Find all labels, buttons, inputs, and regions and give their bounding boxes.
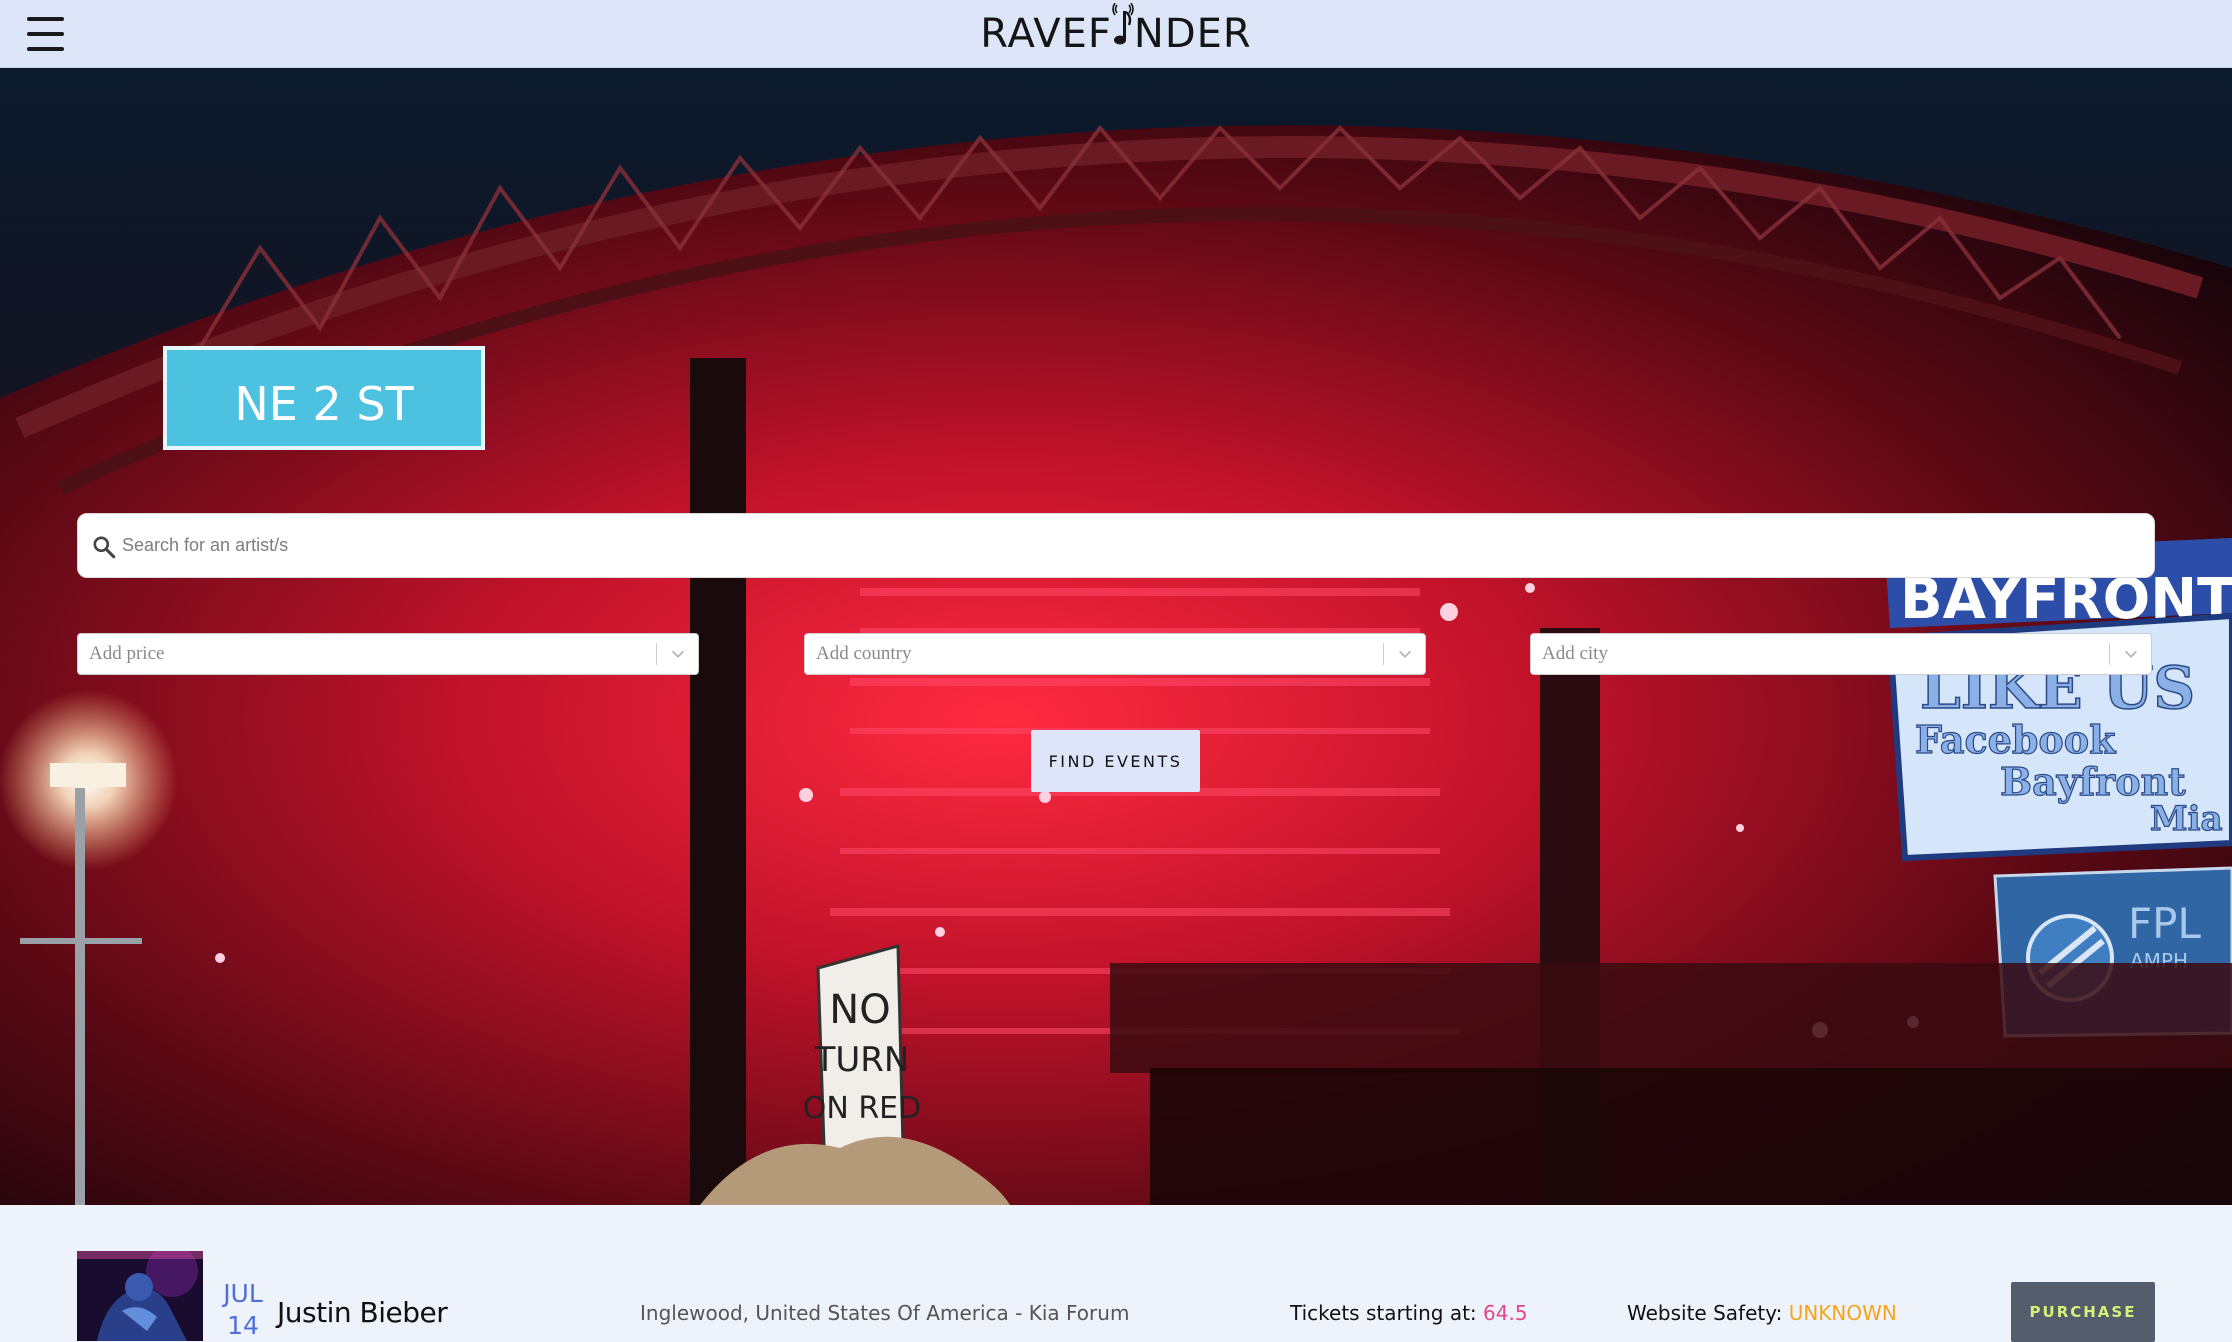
ticket-price-value: 64.5: [1483, 1301, 1528, 1325]
logo-text-right: NDER: [1133, 11, 1252, 57]
website-safety-value: UNKNOWN: [1788, 1301, 1897, 1325]
ticket-price-label: Tickets starting at:: [1290, 1301, 1484, 1325]
svg-text:Facebook: Facebook: [1915, 717, 2116, 762]
event-website-safety: Website Safety: UNKNOWN: [1627, 1301, 1897, 1325]
top-header: RAVEF NDER: [0, 0, 2232, 68]
price-select-placeholder: Add price: [89, 643, 165, 664]
event-artist-name[interactable]: Justin Bieber: [277, 1296, 448, 1329]
events-list: JUL 14 Justin Bieber Inglewood, United S…: [0, 1205, 2232, 1342]
street-sign-text: NE 2 ST: [234, 377, 414, 431]
event-date: JUL 14: [218, 1278, 268, 1342]
artist-search-bar[interactable]: [77, 513, 2155, 578]
purchase-button[interactable]: PURCHASE: [2011, 1282, 2155, 1342]
event-ticket-price: Tickets starting at: 64.5: [1290, 1301, 1528, 1325]
price-select[interactable]: Add price: [77, 633, 699, 675]
chevron-down-icon[interactable]: [2122, 645, 2140, 663]
hero-section: NE 2 ST NO TURN ON RED BAYFRONT LIKE US …: [0, 68, 2232, 1205]
chevron-down-icon[interactable]: [669, 645, 687, 663]
city-select[interactable]: Add city: [1530, 633, 2152, 675]
country-select-placeholder: Add country: [816, 643, 912, 664]
select-separator: [1383, 643, 1384, 665]
svg-text:Bayfront: Bayfront: [2000, 759, 2186, 804]
select-separator: [2109, 643, 2110, 665]
artist-photo: [77, 1251, 203, 1341]
svg-text:Mia: Mia: [2150, 799, 2223, 839]
find-events-button[interactable]: FIND EVENTS: [1031, 730, 1200, 792]
svg-text:FPL: FPL: [2128, 899, 2201, 948]
logo-text-left: RAVEF: [980, 11, 1112, 57]
search-icon: [93, 536, 116, 559]
svg-text:ON RED: ON RED: [803, 1091, 922, 1126]
event-month: JUL: [223, 1279, 263, 1308]
site-logo[interactable]: RAVEF NDER: [0, 3, 2232, 60]
city-select-placeholder: Add city: [1542, 643, 1608, 664]
chevron-down-icon[interactable]: [1396, 645, 1414, 663]
event-day: 14: [227, 1311, 259, 1340]
music-note-icon: [1112, 3, 1134, 51]
country-select[interactable]: Add country: [804, 633, 1426, 675]
event-row: JUL 14 Justin Bieber Inglewood, United S…: [0, 1205, 2232, 1342]
svg-text:NO: NO: [829, 987, 890, 1033]
select-separator: [656, 643, 657, 665]
website-safety-label: Website Safety:: [1627, 1301, 1789, 1325]
event-venue: Inglewood, United States Of America - Ki…: [640, 1301, 1130, 1325]
artist-search-input[interactable]: [122, 514, 2132, 577]
svg-text:TURN: TURN: [814, 1040, 910, 1080]
artist-thumbnail[interactable]: [77, 1251, 203, 1341]
